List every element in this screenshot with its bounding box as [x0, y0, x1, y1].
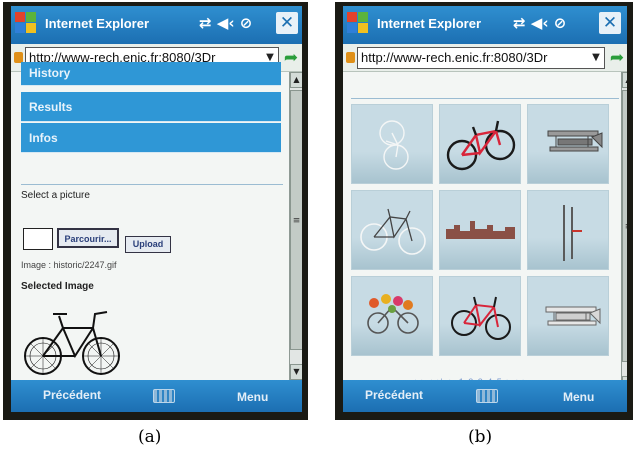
scroll-thumb[interactable]: ≡ — [622, 90, 627, 362]
lock-icon — [346, 52, 355, 63]
result-tile[interactable] — [527, 190, 609, 270]
divider — [351, 98, 619, 99]
browse-button[interactable]: Parcourir... — [57, 228, 119, 248]
device-screen-a: Internet Explorer ⇄ ◀‹ ⊘ ✕ http://www-re… — [11, 6, 302, 412]
caption-a: (a) — [138, 427, 162, 447]
image-path-text: Image : historic/2247.gif — [21, 260, 117, 270]
softkey-previous[interactable]: Précédent — [365, 388, 423, 402]
scrollbar[interactable]: ▲ ≡ ▼ — [289, 72, 302, 380]
biplane-icon — [547, 130, 603, 152]
nav-results[interactable]: Results — [21, 92, 281, 122]
go-arrow-icon[interactable]: ➦ — [282, 47, 300, 69]
connectivity-volume-icons[interactable]: ⇄ ◀‹ ⊘ — [199, 14, 252, 32]
address-input[interactable]: http://www-rech.enic.fr:8080/3Dr — [357, 47, 605, 69]
softkey-menu[interactable]: Menu — [237, 390, 268, 404]
result-tile[interactable] — [351, 276, 433, 356]
result-tile[interactable] — [527, 276, 609, 356]
chevron-down-icon[interactable]: ▼ — [588, 47, 604, 69]
scroll-thumb[interactable]: ≡ — [290, 90, 302, 350]
result-tile[interactable] — [351, 190, 433, 270]
menu-bar: Précédent Menu — [343, 380, 627, 412]
flowers-bicycle-icon — [367, 294, 419, 334]
biplane-icon — [545, 306, 601, 326]
nav-infos[interactable]: Infos — [21, 123, 281, 153]
result-tile[interactable] — [439, 104, 521, 184]
go-arrow-icon[interactable]: ➦ — [608, 47, 626, 69]
scroll-up-button[interactable]: ▲ — [622, 72, 627, 88]
windows-logo-icon[interactable] — [15, 12, 39, 36]
scroll-down-button[interactable]: ▼ — [290, 364, 302, 380]
connectivity-volume-icons[interactable]: ⇄ ◀‹ ⊘ — [513, 14, 566, 32]
bicycle-wireframe-icon — [379, 120, 409, 170]
photo-a: Internet Explorer ⇄ ◀‹ ⊘ ✕ http://www-re… — [3, 2, 308, 420]
close-button[interactable]: ✕ — [276, 12, 298, 34]
result-tile[interactable] — [439, 190, 521, 270]
selected-image-label: Selected Image — [21, 281, 94, 292]
result-grid — [351, 104, 619, 356]
divider — [21, 184, 283, 185]
softkey-previous[interactable]: Précédent — [43, 388, 101, 402]
result-tile[interactable] — [439, 276, 521, 356]
menu-bar: Précédent Menu — [11, 380, 302, 412]
bicycle-wireframe-icon — [360, 208, 426, 255]
selected-bicycle-image — [24, 311, 120, 375]
scrollbar[interactable]: ▲ ≡ ▼ — [621, 72, 627, 392]
title-bar: Internet Explorer ⇄ ◀‹ ⊘ ✕ — [343, 6, 627, 44]
device-screen-b: Internet Explorer ⇄ ◀‹ ⊘ ✕ http://www-re… — [343, 6, 627, 412]
keyboard-icon[interactable] — [153, 389, 175, 403]
title-bar: Internet Explorer ⇄ ◀‹ ⊘ ✕ — [11, 6, 302, 44]
file-path-field[interactable] — [23, 228, 53, 250]
pole-icon — [563, 205, 582, 261]
photo-b: Internet Explorer ⇄ ◀‹ ⊘ ✕ http://www-re… — [335, 2, 633, 420]
app-title: Internet Explorer — [377, 16, 482, 31]
red-bicycle-icon — [451, 296, 511, 340]
red-bicycle-icon — [446, 120, 516, 171]
close-button[interactable]: ✕ — [599, 12, 621, 34]
address-bar: http://www-rech.enic.fr:8080/3Dr ▼ ➦ — [343, 44, 627, 72]
app-title: Internet Explorer — [45, 16, 150, 31]
result-tile[interactable] — [527, 104, 609, 184]
result-tile[interactable] — [351, 104, 433, 184]
scroll-up-button[interactable]: ▲ — [290, 72, 302, 88]
upload-button[interactable]: Upload — [125, 236, 171, 253]
nav-history[interactable]: History — [21, 62, 281, 86]
select-picture-label: Select a picture — [21, 190, 90, 201]
windows-logo-icon[interactable] — [347, 12, 371, 36]
city-skyline-icon — [446, 221, 515, 239]
softkey-menu[interactable]: Menu — [563, 390, 594, 404]
caption-b: (b) — [468, 427, 493, 447]
keyboard-icon[interactable] — [476, 389, 498, 403]
